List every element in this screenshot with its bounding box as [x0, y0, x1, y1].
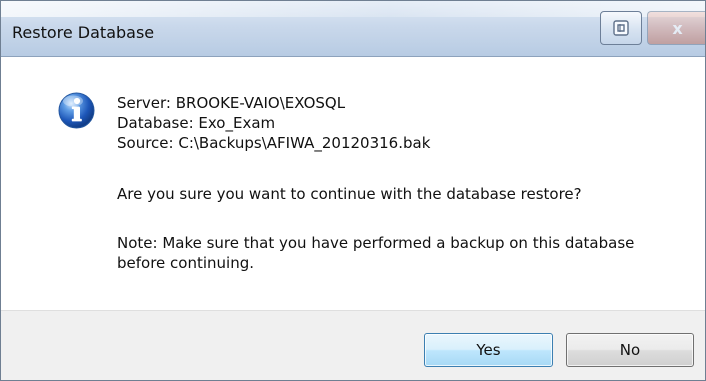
backup-note-line-2: before continuing. — [117, 254, 254, 272]
dialog-content: Server: BROOKE-VAIO\EXOSQL Database: Exo… — [1, 58, 705, 310]
database-text: Database: Exo_Exam — [117, 114, 276, 132]
help-button[interactable] — [600, 11, 642, 45]
close-button[interactable]: x — [647, 11, 705, 45]
restore-database-dialog: Restore Database x Server: BROOKE-VAIO\E… — [0, 0, 706, 381]
title-bar[interactable]: Restore Database x — [1, 1, 705, 57]
source-text: Source: C:\Backups\AFIWA_20120316.bak — [117, 134, 431, 152]
server-text: Server: BROOKE-VAIO\EXOSQL — [117, 94, 346, 112]
no-button[interactable]: No — [566, 333, 694, 367]
backup-note-line-1: Note: Make sure that you have performed … — [117, 234, 635, 252]
yes-button[interactable]: Yes — [424, 333, 553, 367]
information-icon — [57, 91, 96, 130]
window-title: Restore Database — [12, 23, 155, 42]
help-icon — [612, 19, 630, 37]
dialog-button-bar: Yes No — [1, 310, 705, 380]
confirmation-question: Are you sure you want to continue with t… — [117, 185, 582, 203]
close-icon: x — [672, 18, 683, 38]
